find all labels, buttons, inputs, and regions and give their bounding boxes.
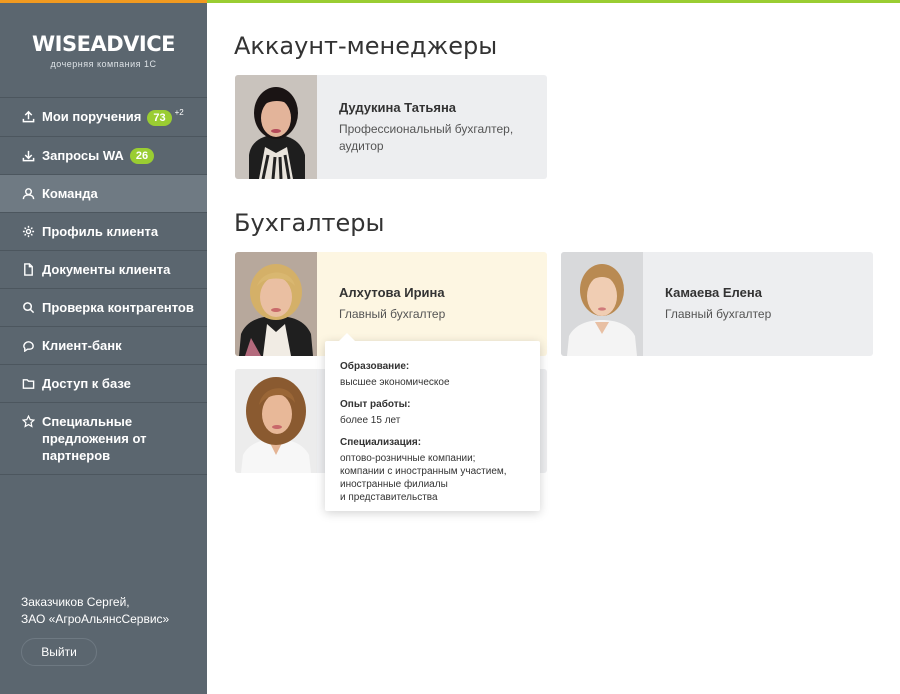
sidebar-item-team[interactable]: Команда (0, 175, 207, 214)
accountant-photo (235, 252, 317, 356)
education-label: Образование: (340, 361, 410, 372)
sidebar-item-my-tasks[interactable]: Мои поручения 73 +2 (0, 98, 207, 137)
accountant-photo (561, 252, 643, 356)
manager-photo (235, 75, 317, 179)
sidebar-top-accent (0, 0, 207, 3)
specialization-line: иностранные филиалы (340, 479, 448, 490)
sidebar-item-wa-requests[interactable]: Запросы WA 26 (0, 137, 207, 176)
gear-icon (21, 223, 35, 240)
accountant-info: Камаева Елена Главный бухгалтер (643, 252, 771, 356)
sidebar-item-label: Документы клиента (42, 262, 171, 278)
accountant-photo (235, 369, 317, 473)
logo-subtitle: дочерняя компания 1С (50, 59, 157, 69)
document-icon (21, 261, 35, 278)
accountant-card[interactable]: Камаева Елена Главный бухгалтер (561, 252, 873, 356)
user-info: Заказчиков Сергей, ЗАО «АгроАльянсСервис… (21, 594, 169, 628)
accountant-details-tooltip: Образование: высшее экономическое Опыт р… (325, 333, 540, 511)
logo[interactable]: WISEADVICE дочерняя компания 1С (0, 32, 207, 69)
sidebar-item-client-profile[interactable]: Профиль клиента (0, 213, 207, 252)
manager-card[interactable]: Дудукина Татьяна Профессиональный бухгал… (235, 75, 547, 179)
accountant-role: Главный бухгалтер (339, 307, 446, 321)
sidebar-item-label: Доступ к базе (42, 376, 131, 392)
sidebar-item-label: Специальные предложения от партнеров (42, 414, 147, 464)
star-icon (21, 413, 35, 430)
requests-count-badge: 26 (129, 148, 155, 165)
sidebar-item-label: Команда (42, 186, 98, 202)
sidebar-item-counterparty-check[interactable]: Проверка контрагентов (0, 289, 207, 328)
experience-label: Опыт работы: (340, 399, 411, 410)
sidebar-item-client-bank[interactable]: Клиент-банк (0, 327, 207, 366)
specialization-label: Специализация: (340, 437, 422, 448)
tasks-new-count: +2 (174, 108, 184, 117)
sidebar-item-client-documents[interactable]: Документы клиента (0, 251, 207, 290)
specialization-line: компании с иностранным участием, (340, 466, 507, 477)
upload-icon (21, 108, 35, 125)
education-value: высшее экономическое (340, 377, 450, 388)
sidebar-item-database-access[interactable]: Доступ к базе (0, 365, 207, 404)
managers-section-title: Аккаунт-менеджеры (234, 32, 498, 60)
sidebar-item-partner-offers[interactable]: Специальные предложения от партнеров (0, 403, 207, 476)
manager-name: Дудукина Татьяна (339, 99, 457, 115)
experience-value: более 15 лет (340, 415, 401, 426)
bank-icon (21, 337, 35, 354)
tooltip-arrow (339, 333, 355, 341)
user-company: ЗАО «АгроАльянсСервис» (21, 612, 170, 626)
manager-info: Дудукина Татьяна Профессиональный бухгал… (317, 75, 519, 179)
logout-button[interactable]: Выйти (21, 638, 97, 666)
accountant-role: Главный бухгалтер (665, 307, 772, 321)
specialization-line: и представительства (340, 492, 438, 503)
accountant-name: Камаева Елена (665, 285, 762, 300)
specialization-line: оптово-розничные компании; (340, 453, 476, 464)
manager-role: Профессиональный бухгалтер, аудитор (339, 121, 514, 153)
sidebar: WISEADVICE дочерняя компания 1С Мои пору… (0, 0, 207, 694)
accountant-name: Алхутова Ирина (339, 285, 445, 300)
download-icon (21, 147, 35, 164)
sidebar-item-label: Клиент-банк (42, 338, 122, 354)
sidebar-item-label: Профиль клиента (42, 224, 159, 240)
sidebar-item-label: Проверка контрагентов (42, 300, 194, 316)
search-icon (21, 299, 35, 316)
tasks-count-badge: 73 (147, 109, 172, 126)
user-name: Заказчиков Сергей, (21, 595, 130, 609)
folder-icon (21, 375, 35, 392)
main-top-accent (207, 0, 900, 3)
sidebar-item-label: Мои поручения (42, 109, 142, 124)
sidebar-item-label: Запросы WA (42, 147, 124, 163)
user-icon (21, 185, 35, 202)
logo-text: WISEADVICE (32, 32, 175, 56)
accountants-section-title: Бухгалтеры (234, 209, 385, 237)
sidebar-nav: Мои поручения 73 +2 Запросы WA 26 Команда П… (0, 97, 207, 476)
